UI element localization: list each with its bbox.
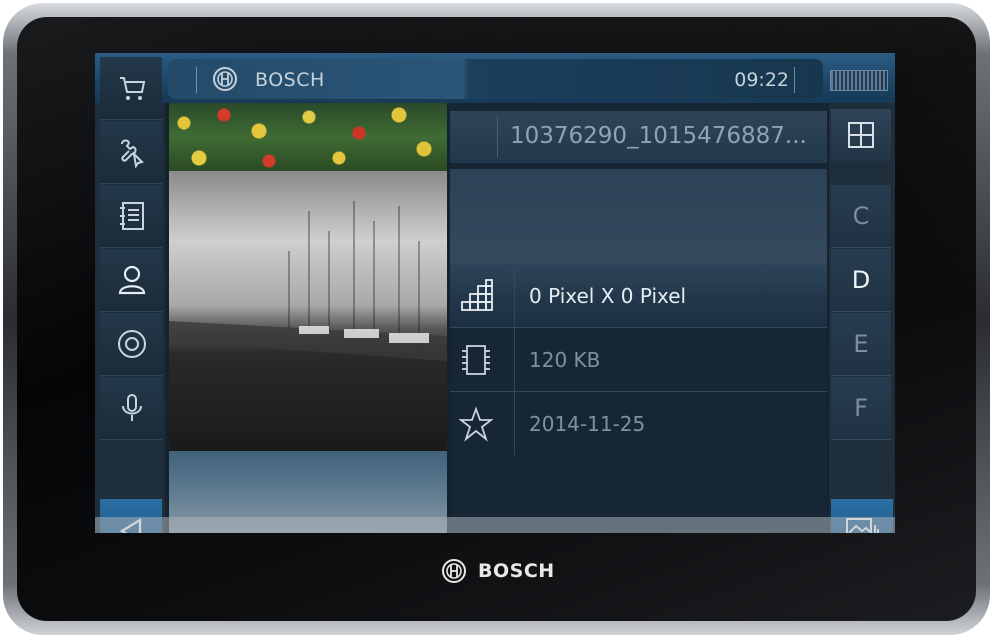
file-row-divider bbox=[497, 117, 498, 157]
photo-carousel[interactable] bbox=[169, 103, 447, 533]
row-divider bbox=[514, 392, 515, 455]
file-size-value: 120 KB bbox=[529, 348, 601, 372]
nav-item-voice[interactable] bbox=[100, 377, 162, 440]
bosch-device-logo-icon bbox=[442, 559, 466, 583]
nav-item-tools[interactable] bbox=[100, 121, 162, 184]
nav-item-notebook[interactable] bbox=[100, 185, 162, 248]
alphabet-index-bar: C D E F bbox=[829, 103, 895, 533]
title-divider-left bbox=[196, 67, 197, 93]
detail-row-resolution[interactable]: 0 Pixel X 0 Pixel bbox=[450, 263, 827, 327]
row-divider bbox=[514, 328, 515, 391]
title-bar: BOSCH 09:22 bbox=[168, 59, 823, 99]
screen: BOSCH 09:22 10376290_1015476887... 0 Pix… bbox=[95, 53, 895, 533]
details-panel: 10376290_1015476887... 0 Pixel X 0 Pixel bbox=[450, 103, 827, 533]
index-letter-label: D bbox=[851, 266, 871, 294]
harbor-photo bbox=[169, 201, 447, 361]
resolution-grid-icon bbox=[461, 279, 493, 311]
index-letter-e[interactable]: E bbox=[831, 313, 891, 376]
left-nav bbox=[95, 57, 165, 533]
brand-name: BOSCH bbox=[255, 69, 325, 91]
index-letter-c[interactable]: C bbox=[831, 185, 891, 248]
tools-settings-icon bbox=[121, 139, 144, 168]
memory-chip-icon bbox=[462, 345, 490, 375]
detail-row-date[interactable]: 2014-11-25 bbox=[450, 391, 827, 455]
thumbnail-previous[interactable] bbox=[169, 103, 447, 171]
person-icon bbox=[118, 265, 146, 295]
file-name-row: 10376290_1015476887... bbox=[450, 111, 827, 163]
star-outline-icon bbox=[458, 406, 494, 442]
file-name: 10376290_1015476887... bbox=[510, 123, 807, 149]
nav-item-contacts[interactable] bbox=[100, 249, 162, 312]
disc-icon bbox=[118, 330, 146, 358]
preview-area bbox=[450, 169, 827, 263]
index-letter-label: C bbox=[852, 202, 870, 230]
grid-view-button[interactable] bbox=[831, 109, 891, 161]
index-letter-label: F bbox=[854, 394, 868, 422]
index-letter-f[interactable]: F bbox=[831, 377, 891, 440]
index-letter-d[interactable]: D bbox=[831, 249, 891, 312]
row-divider bbox=[514, 264, 515, 327]
grid-view-icon bbox=[848, 122, 874, 148]
device-brand: BOSCH bbox=[478, 560, 555, 582]
resolution-value: 0 Pixel X 0 Pixel bbox=[529, 284, 687, 308]
title-divider-right bbox=[794, 67, 795, 93]
detail-row-size[interactable]: 120 KB bbox=[450, 327, 827, 391]
notebook-icon bbox=[120, 202, 144, 230]
microphone-icon bbox=[122, 394, 142, 421]
thumbnail-selected[interactable] bbox=[169, 171, 447, 451]
date-value: 2014-11-25 bbox=[529, 412, 646, 436]
nav-item-shopping[interactable] bbox=[100, 57, 162, 120]
status-bar: BOSCH 09:22 bbox=[95, 53, 895, 103]
bosch-logo-icon bbox=[213, 67, 237, 91]
nav-item-media[interactable] bbox=[100, 313, 162, 376]
battery-indicator bbox=[830, 70, 888, 91]
shopping-cart-icon bbox=[120, 77, 146, 100]
bottom-strip bbox=[95, 517, 895, 533]
clock: 09:22 bbox=[734, 69, 789, 91]
index-letter-label: E bbox=[853, 330, 869, 358]
